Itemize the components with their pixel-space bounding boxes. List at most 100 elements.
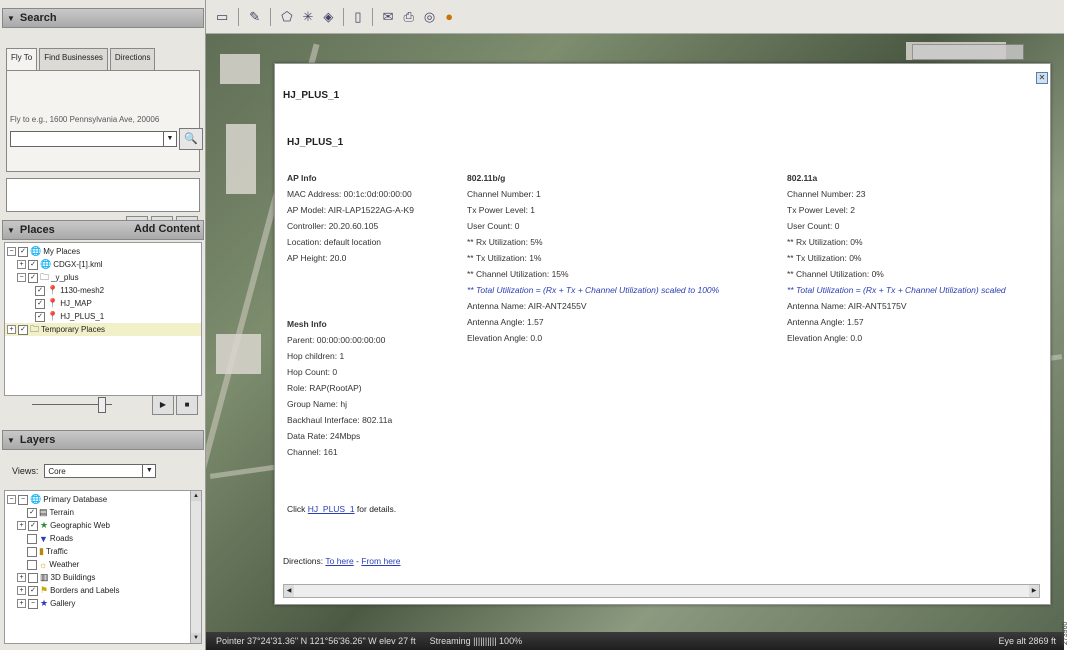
checkbox[interactable]: ✓ xyxy=(27,507,37,518)
sidebar-toggle-icon[interactable]: ▭ xyxy=(216,9,228,25)
collapse-icon[interactable]: − xyxy=(7,495,16,504)
checkbox[interactable] xyxy=(27,559,37,570)
checkbox[interactable]: ✓ xyxy=(18,246,28,257)
ruler-icon[interactable]: ▯ xyxy=(354,9,361,25)
path-icon[interactable]: ✳ xyxy=(303,9,314,25)
from-here-link[interactable]: From here xyxy=(361,556,400,566)
add-content-button[interactable]: Add Content xyxy=(130,220,204,240)
toolbar-separator xyxy=(343,7,345,26)
radio-bg-line: ** Rx Utilization: 5% xyxy=(467,237,543,247)
layers-header[interactable]: ▼ Layers xyxy=(2,430,204,450)
layer-label: Weather xyxy=(49,560,80,569)
list-item[interactable]: ✓ ▤ Terrain xyxy=(5,506,201,519)
tab-fly-to[interactable]: Fly To xyxy=(6,48,38,70)
collapse-icon[interactable]: − xyxy=(7,247,16,256)
checkbox[interactable] xyxy=(27,546,37,557)
placemark-icon[interactable]: ✎ xyxy=(249,9,260,25)
list-item[interactable]: − − 🌐 Primary Database xyxy=(5,493,201,506)
layers-scrollbar[interactable]: ▲ ▼ xyxy=(190,491,201,643)
scroll-left-icon[interactable]: ◀ xyxy=(284,585,294,597)
collapse-icon[interactable]: − xyxy=(17,273,26,282)
tab-directions[interactable]: Directions xyxy=(109,48,156,70)
map-building xyxy=(226,124,256,194)
ap-info-heading: AP Info xyxy=(287,173,317,183)
list-item[interactable]: + ▥ 3D Buildings xyxy=(5,571,201,584)
list-item[interactable]: − ✓ 🗀 _y_plus xyxy=(5,271,201,284)
list-item[interactable]: + ✓ ⚑ Borders and Labels xyxy=(5,584,201,597)
mesh-info-line: Parent: 00:00:00:00:00:00 xyxy=(287,335,386,345)
checkbox[interactable]: ✓ xyxy=(28,520,38,531)
stop-tour-button[interactable]: ■ xyxy=(176,395,198,415)
checkbox[interactable]: − xyxy=(28,598,38,609)
radio-bg-line: Channel Number: 1 xyxy=(467,189,541,199)
mesh-info-line: Role: RAP(RootAP) xyxy=(287,383,362,393)
search-button[interactable]: 🔍 xyxy=(179,128,203,150)
checkbox[interactable]: − xyxy=(18,494,28,505)
checkbox[interactable]: ✓ xyxy=(28,585,38,596)
weather-icon: ☼ xyxy=(39,559,48,570)
list-item[interactable]: − ✓ 🌐 My Places xyxy=(5,245,201,258)
list-item[interactable]: + ✓ 🗀 Temporary Places xyxy=(5,323,201,336)
place-label: HJ_MAP xyxy=(60,299,92,308)
radio-bg-section: 802.11b/g Channel Number: 1 Tx Power Lev… xyxy=(467,170,787,346)
layer-label: Roads xyxy=(49,534,74,543)
image-overlay-icon[interactable]: ◈ xyxy=(323,9,333,25)
play-tour-button[interactable]: ▶ xyxy=(152,395,174,415)
checkbox[interactable]: ✓ xyxy=(35,285,45,296)
polygon-icon[interactable]: ⬠ xyxy=(281,9,292,25)
expand-icon[interactable]: + xyxy=(17,586,26,595)
expand-icon[interactable]: + xyxy=(17,521,26,530)
search-results[interactable] xyxy=(6,178,200,212)
list-item[interactable]: + − ★ Gallery xyxy=(5,597,201,610)
map-navigation-control[interactable] xyxy=(912,44,1024,60)
balloon-title: HJ_PLUS_1 xyxy=(283,90,340,101)
checkbox[interactable]: ✓ xyxy=(35,298,45,309)
checkbox[interactable]: ✓ xyxy=(28,259,38,270)
radio-a-line: Elevation Angle: 0.0 xyxy=(787,333,863,343)
search-header[interactable]: ▼ Search xyxy=(2,8,204,28)
checkbox[interactable]: ✓ xyxy=(18,324,28,335)
details-link[interactable]: HJ_PLUS_1 xyxy=(308,504,355,514)
views-select[interactable]: Core ▼ xyxy=(44,464,157,478)
maps-icon[interactable]: ◎ xyxy=(424,9,435,25)
dropdown-arrow-icon[interactable]: ▼ xyxy=(142,465,155,477)
fly-to-input[interactable]: ▼ xyxy=(10,131,177,147)
tab-find-businesses[interactable]: Find Businesses xyxy=(39,48,108,70)
checkbox[interactable]: ✓ xyxy=(35,311,45,322)
scroll-right-icon[interactable]: ▶ xyxy=(1029,585,1039,597)
eye-altitude: Eye alt 2869 ft xyxy=(998,636,1056,646)
sidebar: ▼ Search Fly To Find Businesses Directio… xyxy=(0,0,206,650)
list-item[interactable]: ▼ Roads xyxy=(5,532,201,545)
checkbox[interactable]: ✓ xyxy=(28,272,38,283)
print-icon[interactable]: ⎙ xyxy=(403,9,413,25)
earth-gallery-icon[interactable]: ● xyxy=(445,9,453,24)
radio-a-line: Tx Power Level: 2 xyxy=(787,205,856,215)
expand-icon[interactable]: + xyxy=(17,260,26,269)
buildings-icon: ▥ xyxy=(40,572,49,582)
expand-icon[interactable]: + xyxy=(17,599,26,608)
radio-a-note: ** Total Utilization = (Rx + Tx + Channe… xyxy=(787,285,1006,295)
map-building xyxy=(216,334,261,374)
expand-icon[interactable]: + xyxy=(7,325,16,334)
expand-icon[interactable]: + xyxy=(17,573,26,582)
scroll-down-icon[interactable]: ▼ xyxy=(191,633,201,643)
checkbox[interactable] xyxy=(28,572,38,583)
email-icon[interactable]: ✉ xyxy=(383,9,394,25)
list-item[interactable]: ▮ Traffic xyxy=(5,545,201,558)
list-item[interactable]: + ✓ 🌐 CDGX-[1].kml xyxy=(5,258,201,271)
list-item[interactable]: + ✓ ★ Geographic Web xyxy=(5,519,201,532)
radio-bg-line: Antenna Name: AIR-ANT2455V xyxy=(467,301,587,311)
list-item[interactable]: ☼ Weather xyxy=(5,558,201,571)
to-here-link[interactable]: To here xyxy=(325,556,353,566)
balloon-horizontal-scrollbar[interactable]: ◀ ▶ xyxy=(283,584,1040,598)
collapse-triangle-icon: ▼ xyxy=(7,225,15,235)
fly-to-body: Fly to e.g., 1600 Pennsylvania Ave, 2000… xyxy=(6,70,203,172)
balloon-close-icon[interactable]: ✕ xyxy=(1036,72,1048,84)
list-item[interactable]: ✓ 📍 HJ_MAP xyxy=(5,297,201,310)
checkbox[interactable] xyxy=(27,533,37,544)
list-item[interactable]: ✓ 📍 1130-mesh2 xyxy=(5,284,201,297)
dropdown-arrow-icon[interactable]: ▼ xyxy=(163,132,176,146)
scroll-up-icon[interactable]: ▲ xyxy=(191,491,201,501)
tour-slider-thumb[interactable] xyxy=(98,397,106,413)
search-panel: ▼ Search Fly To Find Businesses Directio… xyxy=(2,8,204,236)
